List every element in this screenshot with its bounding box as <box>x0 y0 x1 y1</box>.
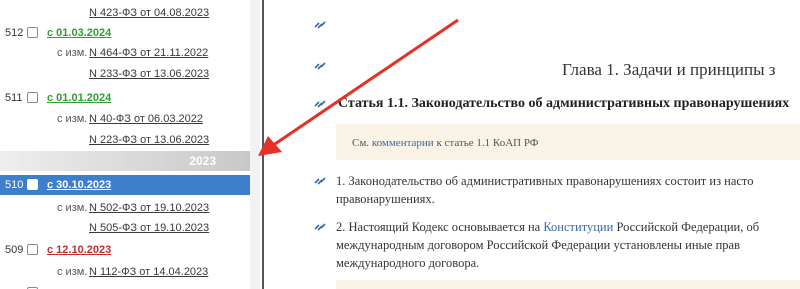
amendment-link[interactable]: N 40-ФЗ от 06.03.2022 <box>89 113 203 125</box>
commentary-link[interactable]: комментарии <box>372 137 434 149</box>
changes-label: с изм. <box>57 113 88 125</box>
constitution-link[interactable]: Конституции <box>543 220 613 234</box>
link-marker-icon[interactable] <box>314 99 326 109</box>
revision-number: 511 <box>5 92 23 104</box>
paragraph-2-line: международным договором Российской Федер… <box>336 238 740 252</box>
year-separator: 2023 <box>0 151 250 171</box>
revision-list-item: N 223-ФЗ от 13.06.2023 <box>0 130 250 150</box>
revision-date-link[interactable]: с 30.10.2023 <box>47 179 111 191</box>
link-marker-icon[interactable] <box>314 222 326 232</box>
revision-number: 512 <box>5 27 24 39</box>
revision-list-item: N 233-ФЗ от 13.06.2023 <box>0 64 250 84</box>
revision-checkbox[interactable] <box>27 92 38 103</box>
commentary-note-text: См. комментарии к статье 1.1 КоАП РФ <box>352 137 538 149</box>
commentary-note <box>336 280 800 289</box>
revision-list-item: с изм. N 464-ФЗ от 21.11.2022 <box>0 43 250 63</box>
amendment-link[interactable]: N 112-ФЗ от 14.04.2023 <box>89 266 208 278</box>
amendment-link[interactable]: N 233-ФЗ от 13.06.2023 <box>89 68 209 80</box>
amendment-link[interactable]: N 502-ФЗ от 19.10.2023 <box>89 202 209 214</box>
chapter-heading: Глава 1. Задачи и принципы з <box>562 60 776 79</box>
note-prefix: См. <box>352 137 372 149</box>
document-view: Глава 1. Задачи и принципы з Статья 1.1.… <box>266 0 800 289</box>
revision-list-item: с изм. N 40-ФЗ от 06.03.2022 <box>0 109 250 129</box>
article-heading: Статья 1.1. Законодательство об админист… <box>338 96 790 111</box>
revision-checkbox[interactable] <box>27 27 38 38</box>
revision-sidebar: N 423-ФЗ от 04.08.2023 512 с 01.03.2024 … <box>0 0 250 289</box>
paragraph-2-line: международного договора. <box>336 256 480 270</box>
revision-list-item[interactable]: 511 с 01.01.2024 <box>0 88 250 108</box>
changes-label: с изм. <box>57 202 88 214</box>
link-marker-icon[interactable] <box>314 20 326 30</box>
revision-list-item-selected[interactable]: 510 с 30.10.2023 <box>0 175 250 195</box>
note-suffix: к статье 1.1 КоАП РФ <box>433 137 539 149</box>
changes-label: с изм. <box>57 266 88 278</box>
revision-number: 510 <box>5 179 24 191</box>
revision-date-link[interactable]: с 01.01.2024 <box>47 92 111 104</box>
p2-suffix: Российской Федерации, об <box>613 220 760 234</box>
revision-list-item[interactable]: 512 с 01.03.2024 <box>0 23 250 43</box>
link-marker-icon[interactable] <box>314 61 326 71</box>
revision-checkbox[interactable] <box>27 179 38 190</box>
revision-date-link[interactable]: с 01.03.2024 <box>47 27 111 39</box>
year-label: 2023 <box>189 154 216 168</box>
paragraph-2-line: 2. Настоящий Кодекс основывается на Конс… <box>336 218 759 236</box>
amendment-link[interactable]: N 423-ФЗ от 04.08.2023 <box>89 7 209 19</box>
commentary-note: См. комментарии к статье 1.1 КоАП РФ <box>336 124 800 160</box>
revision-list-item: N 423-ФЗ от 04.08.2023 <box>0 3 250 23</box>
revision-list-item: N 505-ФЗ от 19.10.2023 <box>0 218 250 238</box>
revision-list-item: с изм. N 112-ФЗ от 14.04.2023 <box>0 262 250 282</box>
revision-checkbox[interactable] <box>27 244 38 255</box>
paragraph-1-line: правонарушениях. <box>336 192 435 206</box>
paragraph-1-line: 1. Законодательство об административных … <box>336 174 754 188</box>
link-marker-icon[interactable] <box>314 176 326 186</box>
panel-divider[interactable] <box>262 0 264 289</box>
sidebar-scroll-edge[interactable] <box>250 0 260 289</box>
p2-prefix: 2. Настоящий Кодекс основывается на <box>336 220 544 234</box>
revision-list-item[interactable]: 509 с 12.10.2023 <box>0 240 250 260</box>
revision-date-link[interactable]: с 12.10.2023 <box>47 244 111 256</box>
amendment-link[interactable]: N 223-ФЗ от 13.06.2023 <box>89 134 209 146</box>
revision-list-item: с изм. N 502-ФЗ от 19.10.2023 <box>0 198 250 218</box>
amendment-link[interactable]: N 505-ФЗ от 19.10.2023 <box>89 222 209 234</box>
changes-label: с изм. <box>57 47 88 59</box>
amendment-link[interactable]: N 464-ФЗ от 21.11.2022 <box>89 47 208 59</box>
revision-number: 509 <box>5 244 24 256</box>
revision-list-item <box>0 283 250 289</box>
